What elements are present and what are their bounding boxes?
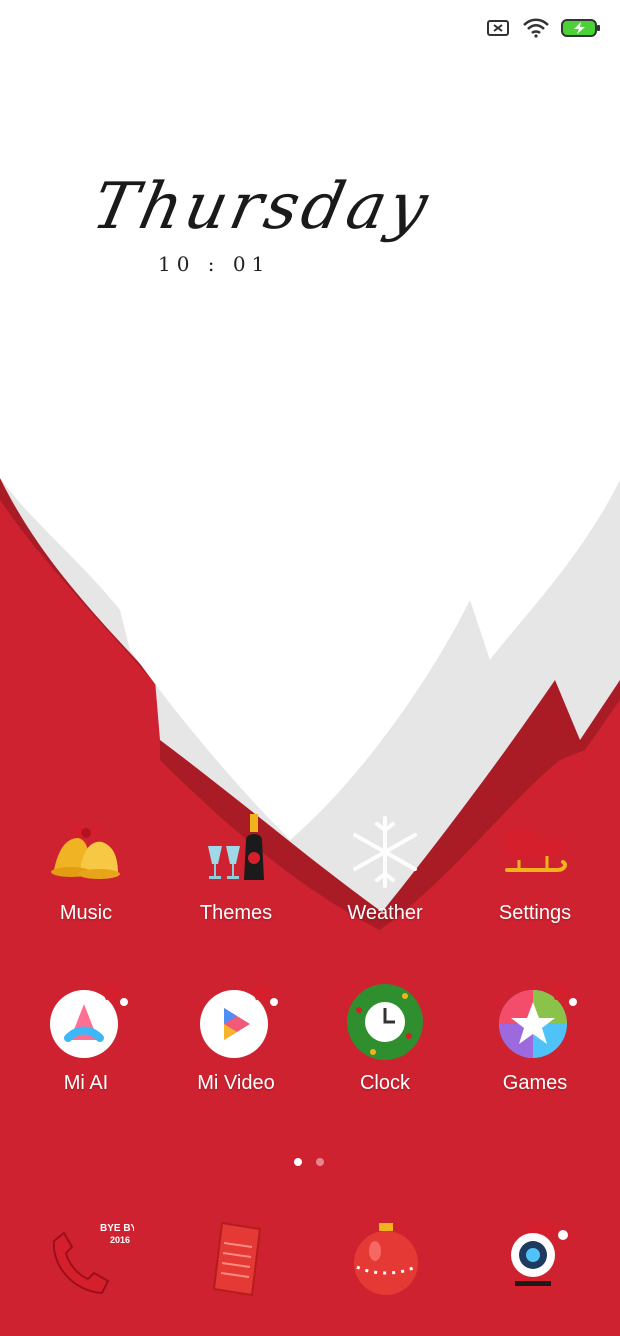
snowflake-icon: [343, 810, 427, 894]
sleigh-icon: [493, 810, 577, 894]
dock-camera[interactable]: [470, 1215, 600, 1315]
wreath-clock-icon: [343, 980, 427, 1064]
page-dot[interactable]: [316, 1158, 324, 1166]
dock-phone[interactable]: BYE BYE 2016: [21, 1215, 151, 1315]
phone-icon: BYE BYE 2016: [44, 1215, 144, 1299]
mi-ai-icon: [44, 980, 128, 1064]
app-label: Weather: [347, 902, 423, 924]
app-weather[interactable]: Weather: [320, 810, 450, 930]
app-label: Games: [502, 1072, 568, 1094]
app-label: Themes: [199, 902, 273, 924]
app-label: Music: [59, 902, 113, 924]
camera-icon: [493, 1215, 577, 1299]
battery-charging-icon: [560, 17, 602, 39]
champagne-icon: [194, 810, 278, 894]
weekday-label: Thursday: [86, 170, 438, 244]
app-mi-ai[interactable]: Mi AI: [21, 980, 151, 1100]
app-games[interactable]: Games: [470, 980, 600, 1100]
wifi-icon: [522, 17, 550, 39]
app-themes[interactable]: Themes: [171, 810, 301, 930]
app-music[interactable]: Music: [21, 810, 151, 930]
app-label: Mi AI: [63, 1072, 109, 1094]
app-mi-video[interactable]: Mi Video: [171, 980, 301, 1100]
ornament-icon: [343, 1215, 427, 1299]
status-bar: [484, 14, 602, 42]
bells-icon: [44, 810, 128, 894]
notes-icon: [194, 1215, 278, 1299]
dock-ornament[interactable]: [320, 1215, 450, 1315]
app-label: Mi Video: [197, 1072, 275, 1094]
time-label: 10 : 01: [158, 252, 271, 276]
app-clock[interactable]: Clock: [320, 980, 450, 1100]
page-indicator[interactable]: [294, 1158, 324, 1166]
dock-notes[interactable]: [171, 1215, 301, 1315]
phone-badge-line2: 2016: [110, 1235, 130, 1245]
app-settings[interactable]: Settings: [470, 810, 600, 930]
app-label: Clock: [359, 1072, 410, 1094]
phone-badge-line1: BYE BYE: [100, 1223, 134, 1234]
mi-video-icon: [194, 980, 278, 1064]
clock-widget[interactable]: Thursday 10 : 01: [86, 170, 470, 280]
no-sim-icon: [484, 17, 512, 39]
page-dot-active[interactable]: [294, 1158, 302, 1166]
games-star-icon: [493, 980, 577, 1064]
app-label: Settings: [498, 902, 572, 924]
